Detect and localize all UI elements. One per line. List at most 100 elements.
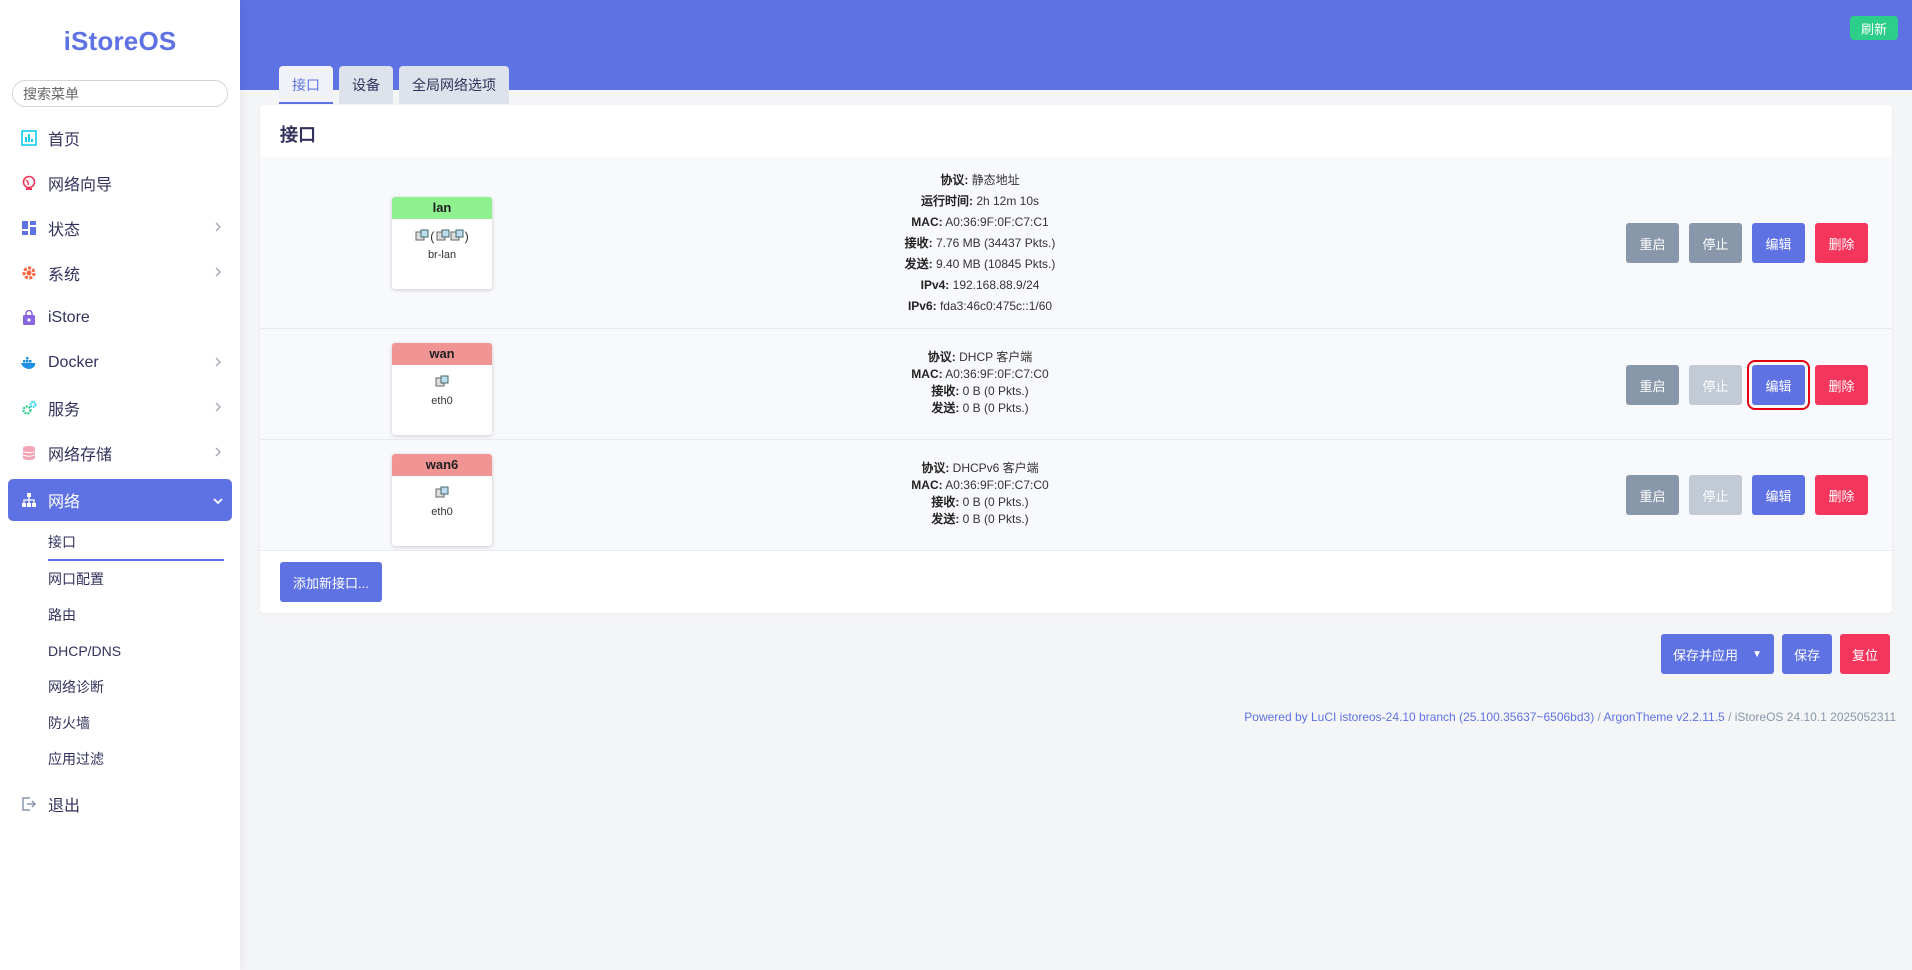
sidebar-item-system[interactable]: 系统 [0, 250, 240, 295]
chevron-right-icon [215, 447, 222, 457]
info-line: IPv4: 192.168.88.9/24 [920, 278, 1040, 292]
delete-button[interactable]: 删除 [1815, 365, 1868, 405]
database-icon [20, 444, 38, 462]
tab-global-options[interactable]: 全局网络选项 [399, 66, 509, 104]
search-input[interactable] [12, 80, 228, 107]
footer-separator: / [1724, 710, 1735, 724]
info-line: MAC: A0:36:9F:0F:C7:C0 [911, 367, 1049, 381]
edit-button[interactable]: 编辑 [1752, 223, 1805, 263]
sidebar-item-status[interactable]: 状态 [0, 205, 240, 250]
sidebar-item-istore[interactable]: iStore [0, 295, 240, 340]
row-actions: 重启 停止 编辑 删除 [1616, 360, 1868, 410]
interface-device: eth0 [431, 506, 453, 518]
chevron-down-icon [213, 498, 223, 505]
interface-name: wan6 [392, 454, 492, 476]
interface-badge-wan[interactable]: wan eth0 [392, 343, 492, 435]
dashboard-icon [20, 129, 38, 147]
chevron-right-icon [215, 267, 222, 277]
sidebar-item-network[interactable]: 网络 [8, 479, 232, 521]
bag-icon [20, 309, 38, 327]
paren-close: ) [464, 228, 469, 244]
interface-name: wan [392, 343, 492, 365]
sidebar-item-home[interactable]: 首页 [0, 115, 240, 160]
interface-info: 协议: DHCP 客户端 MAC: A0:36:9F:0F:C7:C0 接收: … [780, 349, 1180, 417]
gears-icon [20, 399, 38, 417]
sidebar-item-docker[interactable]: Docker [0, 340, 240, 385]
interface-device: eth0 [431, 395, 453, 407]
add-interface-button[interactable]: 添加新接口... [280, 562, 382, 602]
badge-icons [392, 373, 492, 391]
info-line: 运行时间: 2h 12m 10s [920, 194, 1040, 208]
restart-button[interactable]: 重启 [1626, 475, 1679, 515]
sidebar-item-label: 系统 [48, 266, 81, 284]
sidebar-item-label: 网络 [48, 494, 81, 511]
chevron-right-icon [215, 222, 222, 232]
footer: Powered by LuCI istoreos-24.10 branch (2… [1244, 710, 1896, 724]
refresh-button[interactable]: 刷新 [1849, 16, 1898, 40]
sidebar-menu: 首页 网络向导 状态 系统 iStore Docker 服务 网络存储 网络 接… [0, 115, 240, 826]
reset-button[interactable]: 复位 [1839, 634, 1890, 674]
sidebar-subitem-diagnostics[interactable]: 网络诊断 [48, 669, 224, 705]
theme-link[interactable]: ArgonTheme v2.2.11.5 [1604, 710, 1725, 724]
interface-badge-lan[interactable]: lan ( ) br-lan [392, 197, 492, 289]
sidebar-item-label: 网络存储 [48, 446, 113, 464]
interface-badge-wan6[interactable]: wan6 eth0 [392, 454, 492, 546]
interface-row-lan: lan ( ) br-lan 协议: 静态地址 运行时间: 2h 12m 10s… [260, 157, 1892, 329]
sidebar-item-logout[interactable]: 退出 [0, 781, 240, 826]
chevron-right-icon [215, 357, 222, 367]
sidebar-item-label: 状态 [48, 221, 81, 239]
info-line: 协议: DHCPv6 客户端 [921, 461, 1039, 475]
delete-button[interactable]: 删除 [1815, 475, 1868, 515]
stop-button[interactable]: 停止 [1689, 365, 1742, 405]
docker-icon [20, 354, 38, 372]
sidebar-item-label: Docker [48, 353, 99, 371]
edit-button[interactable]: 编辑 [1752, 475, 1805, 515]
interfaces-panel: 接口 lan ( ) br-lan 协议: 静态地址 运行时间: 2h 12m … [260, 105, 1892, 613]
interface-row-wan: wan eth0 协议: DHCP 客户端 MAC: A0:36:9F:0F:C… [260, 329, 1892, 440]
stop-button[interactable]: 停止 [1689, 223, 1742, 263]
ethernet-icon [450, 229, 463, 241]
network-icon [20, 491, 38, 509]
tab-devices[interactable]: 设备 [339, 66, 393, 104]
page-actions: 保存并应用 ▼ 保存 复位 [1653, 634, 1890, 674]
sidebar-subitem-dhcp-dns[interactable]: DHCP/DNS [48, 633, 224, 669]
sidebar-subitem-ports[interactable]: 网口配置 [48, 561, 224, 597]
sidebar-subitem-firewall[interactable]: 防火墙 [48, 705, 224, 741]
restart-button[interactable]: 重启 [1626, 223, 1679, 263]
edit-button[interactable]: 编辑 [1747, 360, 1810, 410]
version-text: iStoreOS 24.10.1 2025052311 [1734, 710, 1896, 724]
info-line: 协议: 静态地址 [940, 173, 1020, 187]
tab-interfaces[interactable]: 接口 [279, 66, 333, 104]
interface-device: br-lan [427, 249, 457, 261]
interface-name: lan [392, 197, 492, 219]
save-button[interactable]: 保存 [1781, 634, 1832, 674]
badge-icons [392, 484, 492, 502]
stop-button[interactable]: 停止 [1689, 475, 1742, 515]
panel-title: 接口 [280, 125, 316, 145]
interface-info: 协议: 静态地址 运行时间: 2h 12m 10s MAC: A0:36:9F:… [780, 170, 1180, 317]
save-apply-button[interactable]: 保存并应用 ▼ [1661, 634, 1774, 674]
sidebar-item-label: 服务 [48, 401, 81, 419]
info-line: 发送: 0 B (0 Pkts.) [931, 401, 1029, 415]
tab-bar: 接口 设备 全局网络选项 [279, 66, 515, 104]
restart-button[interactable]: 重启 [1626, 365, 1679, 405]
delete-button[interactable]: 删除 [1815, 223, 1868, 263]
info-line: 接收: 0 B (0 Pkts.) [931, 495, 1029, 509]
luci-link[interactable]: Powered by LuCI istoreos-24.10 branch (2… [1244, 710, 1594, 724]
info-line: 发送: 0 B (0 Pkts.) [931, 512, 1029, 526]
sidebar-subitem-interfaces[interactable]: 接口 [48, 525, 224, 561]
sidebar-item-label: 网络向导 [48, 176, 113, 194]
sidebar-item-wizard[interactable]: 网络向导 [0, 160, 240, 205]
sidebar-subitem-routes[interactable]: 路由 [48, 597, 224, 633]
interface-row-wan6: wan6 eth0 协议: DHCPv6 客户端 MAC: A0:36:9F:0… [260, 440, 1892, 551]
logo: iStoreOS [63, 26, 177, 56]
sidebar-item-nas[interactable]: 网络存储 [0, 430, 240, 475]
info-line: 协议: DHCP 客户端 [927, 350, 1033, 364]
row-actions: 重启 停止 编辑 删除 [1616, 475, 1868, 515]
caret-down-icon[interactable]: ▼ [1752, 649, 1762, 660]
info-line: 发送: 9.40 MB (10845 Pkts.) [904, 257, 1056, 271]
sidebar-item-label: iStore [48, 308, 90, 326]
chevron-right-icon [215, 402, 222, 412]
sidebar-item-services[interactable]: 服务 [0, 385, 240, 430]
sidebar-subitem-app-filter[interactable]: 应用过滤 [48, 741, 224, 777]
